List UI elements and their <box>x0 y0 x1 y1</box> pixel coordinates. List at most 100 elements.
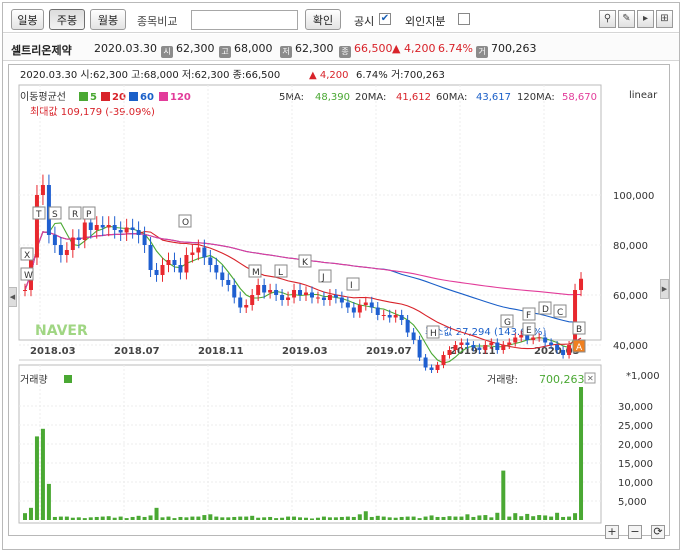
candle-body <box>94 225 99 230</box>
candle-body <box>238 297 243 308</box>
candle-body <box>256 285 261 295</box>
ma60-swatch <box>129 92 138 101</box>
date-tick-label: 2018.07 <box>114 346 160 357</box>
candle-body <box>483 345 488 350</box>
chart-header-change: ▲ 4,200 <box>309 70 349 81</box>
candle-body <box>555 345 560 350</box>
volume-bar <box>387 517 392 520</box>
volume-bar <box>184 517 189 520</box>
close-badge: 종 <box>339 46 351 58</box>
event-marker-label: P <box>86 210 92 220</box>
volume-bar <box>321 516 326 520</box>
candle-body <box>40 185 45 195</box>
candle-body <box>579 278 584 290</box>
price-tick-label: 60,000 <box>613 291 648 302</box>
volume-bar <box>280 517 285 520</box>
volume-bar <box>172 518 177 520</box>
event-marker-label: A <box>576 343 583 353</box>
candle-body <box>393 315 398 318</box>
foreign-checkbox[interactable] <box>458 13 470 25</box>
candle-body <box>495 342 500 350</box>
refresh-icon[interactable]: ⟳ <box>651 525 665 539</box>
volume-bar <box>411 516 416 520</box>
volume-bar <box>477 515 482 520</box>
ma5-value: 48,390 <box>315 92 350 103</box>
candle-body <box>441 355 446 365</box>
event-marker-label: R <box>72 210 78 220</box>
volume-bar <box>579 387 584 520</box>
volume-bar <box>112 517 117 520</box>
volume-bar <box>465 514 470 520</box>
event-marker-box <box>346 277 360 291</box>
volume-bar <box>357 514 362 520</box>
volume-tick-label: 15,000 <box>618 459 653 470</box>
candle-body <box>23 290 27 291</box>
candle-body <box>262 285 267 293</box>
volume-bar <box>435 516 440 520</box>
volume-tick-label: 25,000 <box>618 421 653 432</box>
candle-body <box>327 295 332 300</box>
ma20-value: 41,612 <box>396 92 431 103</box>
close-price: 종 66,500 <box>339 42 393 58</box>
candle-body <box>429 367 434 370</box>
candle-body <box>178 265 183 273</box>
zoom-in-icon[interactable]: + <box>605 525 619 539</box>
chart-area[interactable]: 2020.03.30 시:62,300 고:68,000 저:62,300 종:… <box>8 64 670 536</box>
ma5-legend: 5 <box>90 92 97 103</box>
compare-search-input[interactable] <box>191 10 298 30</box>
volume-bar <box>118 516 123 520</box>
event-marker-label: X <box>24 251 30 261</box>
monthly-button[interactable]: 월봉 <box>90 9 126 30</box>
low-badge: 저 <box>280 46 292 58</box>
volume-bar <box>220 517 225 520</box>
volume-bar <box>262 517 267 520</box>
stock-name: 셀트리온제약 <box>11 44 72 57</box>
volume-bar <box>226 517 231 520</box>
candle-body <box>531 337 536 340</box>
volume-swatch <box>64 375 72 383</box>
volume-bar <box>363 511 368 520</box>
candle-body <box>172 260 177 265</box>
volume-bar <box>106 516 111 520</box>
scroll-right-icon[interactable]: ▶ <box>660 279 669 299</box>
candle-body <box>208 257 213 265</box>
event-marker-label: D <box>542 305 549 315</box>
scroll-left-icon[interactable]: ◀ <box>8 287 17 307</box>
candle-body <box>477 347 482 350</box>
volume-value: 700,263 <box>539 373 585 386</box>
candle-body <box>501 345 506 350</box>
candle-body <box>52 235 57 245</box>
notice-checkbox[interactable]: ✔ <box>379 13 391 25</box>
candle-body <box>148 245 153 270</box>
candle-body <box>34 195 39 258</box>
volume-bar <box>142 516 147 520</box>
pointer-icon[interactable]: ▸ <box>637 10 654 28</box>
ma20-label: 20MA: <box>355 92 386 103</box>
ma60-label: 60MA: <box>436 92 467 103</box>
ma20-swatch <box>101 92 110 101</box>
candle-body <box>417 340 422 358</box>
candle-body <box>82 222 87 240</box>
candle-body <box>513 337 518 343</box>
magnifier-icon[interactable]: ⚲ <box>599 10 616 28</box>
pen-icon[interactable]: ✎ <box>618 10 635 28</box>
volume-bar <box>309 518 314 520</box>
zoom-out-icon[interactable]: − <box>628 525 642 539</box>
info-date: 2020.03.30 <box>94 42 157 55</box>
volume-bar <box>441 516 446 520</box>
volume-bar <box>298 517 303 520</box>
confirm-button[interactable]: 확인 <box>305 9 341 30</box>
ruler-icon[interactable]: ⊞ <box>656 10 673 28</box>
volume-bar <box>178 516 183 520</box>
volume-bar <box>238 516 243 520</box>
daily-button[interactable]: 일봉 <box>11 9 44 30</box>
candle-body <box>375 307 380 315</box>
candle-body <box>507 342 512 345</box>
volume-bar <box>333 517 338 520</box>
volume-bar <box>76 517 81 520</box>
volume-bar <box>573 513 578 520</box>
volume-bar <box>561 516 566 520</box>
weekly-button[interactable]: 주봉 <box>49 9 85 30</box>
price-chart[interactable]: 2020.03.30 시:62,300 고:68,000 저:62,300 종:… <box>9 65 669 535</box>
volume-bar <box>268 516 273 520</box>
